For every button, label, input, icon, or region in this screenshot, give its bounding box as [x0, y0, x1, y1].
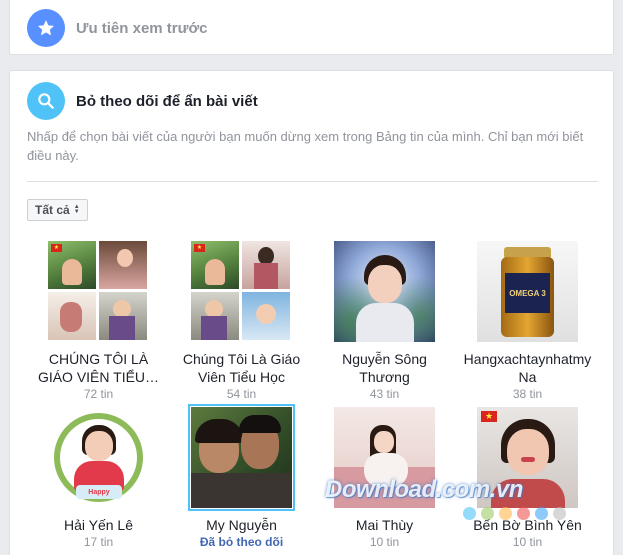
- tile-name: Nguyễn Sông Thương: [342, 351, 427, 385]
- tile-count: 54 tin: [226, 387, 257, 401]
- flag-icon: ★: [481, 411, 497, 422]
- sort-arrows-icon: ▲ ▼: [73, 204, 80, 215]
- unfollow-title: Bỏ theo dõi để ẩn bài viết: [76, 92, 258, 110]
- unfollow-option[interactable]: Bỏ theo dõi để ẩn bài viết: [27, 82, 258, 120]
- profile-photo: [188, 404, 295, 511]
- collage-photo: [48, 292, 96, 340]
- star-icon: [27, 9, 65, 47]
- tile-count: 10 tin: [512, 535, 543, 549]
- profile-photo: Happy: [48, 407, 149, 508]
- tile-name: Hangxachtaynhatmy Na: [463, 351, 592, 385]
- tile-name: My Nguyễn: [206, 517, 277, 533]
- tile-group-giao-vien-1[interactable]: ★ CHÚNG TÔI LÀ GIÁO VIÊN TIỂU… 72 tin: [27, 241, 170, 402]
- collage-photo: ★: [191, 241, 239, 289]
- group-photo-collage: ★: [48, 241, 149, 342]
- happy-badge: Happy: [88, 488, 110, 496]
- tile-name: Chúng Tôi Là Giáo Viên Tiểu Học: [182, 351, 301, 385]
- collage-photo: [242, 241, 290, 289]
- tile-count: 43 tin: [369, 387, 400, 401]
- group-photo-collage: ★: [191, 241, 292, 342]
- tile-person-nguyen-song-thuong[interactable]: Nguyễn Sông Thương 43 tin: [313, 241, 456, 402]
- collage-photo: [191, 292, 239, 340]
- search-icon: [27, 82, 65, 120]
- tile-count: 72 tin: [83, 387, 114, 401]
- collage-photo: ★: [48, 241, 96, 289]
- unfollowed-status: Đã bỏ theo dõi: [199, 535, 284, 549]
- collage-photo: [242, 292, 290, 340]
- priority-card[interactable]: Ưu tiên xem trước: [9, 0, 614, 55]
- unfollow-description: Nhấp để chọn bài viết của người bạn muốn…: [27, 129, 584, 163]
- priority-title: Ưu tiên xem trước: [76, 19, 208, 37]
- filter-label: Tất cả: [35, 203, 70, 217]
- watermark-dots: [463, 507, 566, 520]
- priority-option[interactable]: Ưu tiên xem trước: [27, 9, 208, 47]
- profile-photo: [334, 241, 435, 342]
- tile-group-giao-vien-2[interactable]: ★ Chúng Tôi Là Giáo Viên Tiểu Học 54 tin: [170, 241, 313, 402]
- tile-person-hai-yen-le[interactable]: Happy Hải Yến Lê 17 tin: [27, 407, 170, 550]
- tile-count: 10 tin: [369, 535, 400, 549]
- unfollow-card: Bỏ theo dõi để ẩn bài viết Nhấp để chọn …: [9, 70, 614, 555]
- collage-photo: [99, 241, 147, 289]
- tile-name: CHÚNG TÔI LÀ GIÁO VIÊN TIỂU…: [37, 351, 160, 385]
- filter-dropdown[interactable]: Tất cả ▲ ▼: [27, 199, 88, 221]
- tile-name: Mai Thùy: [355, 517, 414, 533]
- tile-person-my-nguyen[interactable]: My Nguyễn Đã bỏ theo dõi: [170, 404, 313, 550]
- flag-icon: ★: [194, 244, 205, 252]
- collage-photo: [99, 292, 147, 340]
- tile-name: Hải Yến Lê: [63, 517, 133, 533]
- tile-count: 17 tin: [83, 535, 114, 549]
- tile-count: 38 tin: [512, 387, 543, 401]
- tile-person-hangxachtay[interactable]: OMEGA 3 Hangxachtaynhatmy Na 38 tin: [456, 241, 599, 402]
- product-label: OMEGA 3: [509, 288, 546, 298]
- divider: [27, 181, 598, 182]
- watermark: Download.com.vn: [325, 476, 523, 503]
- flag-icon: ★: [51, 244, 62, 252]
- profile-photo: OMEGA 3: [477, 241, 578, 342]
